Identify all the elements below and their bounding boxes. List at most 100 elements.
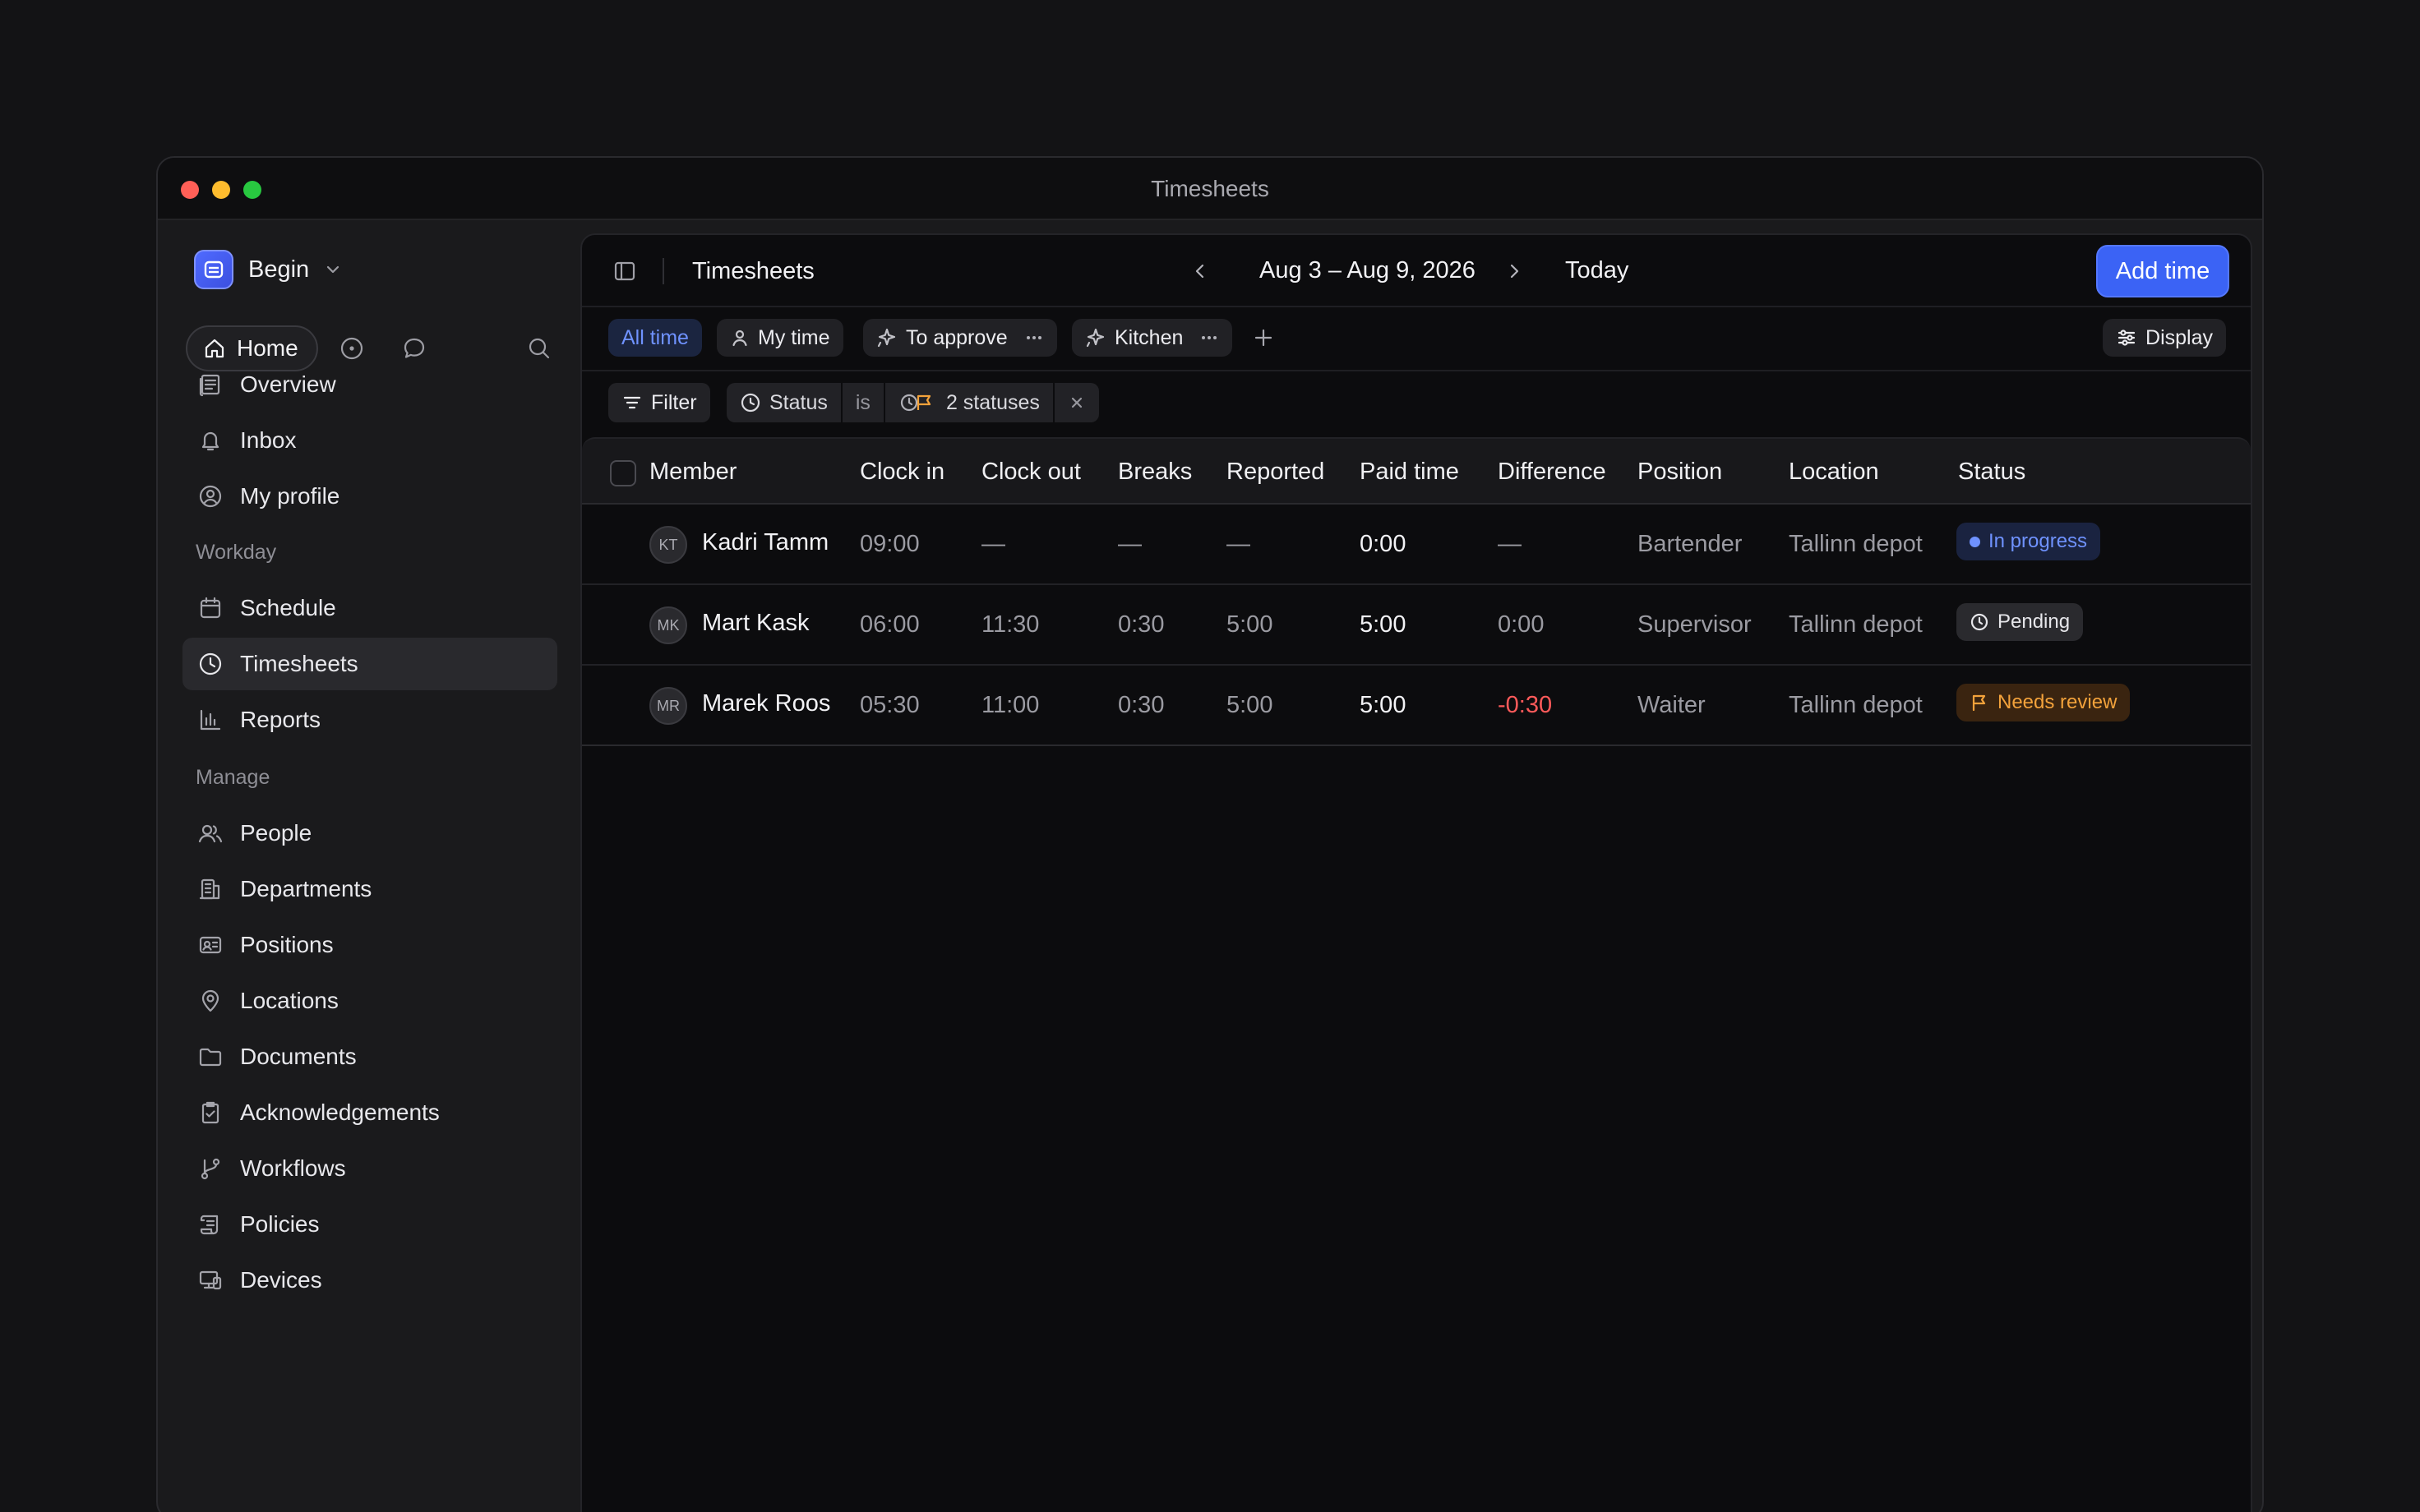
paid-time-cell: 0:00 <box>1360 531 1406 557</box>
sidebar-item-locations[interactable]: Locations <box>182 975 557 1027</box>
sidebar-item-departments[interactable]: Departments <box>182 863 557 915</box>
sidebar-item-people[interactable]: People <box>182 807 557 860</box>
add-time-button[interactable]: Add time <box>2096 245 2229 297</box>
more-options-icon[interactable] <box>1199 328 1219 348</box>
sidebar: Begin Home Overview Inbox My profile Wor… <box>158 220 580 1512</box>
bell-icon <box>201 431 219 451</box>
section-title-workday: Workday <box>196 541 277 564</box>
position-cell: Waiter <box>1637 692 1706 718</box>
view-kitchen[interactable]: Kitchen <box>1072 319 1233 357</box>
sidebar-item-positions[interactable]: Positions <box>182 919 557 971</box>
clock-icon <box>1970 613 1988 631</box>
filter-value[interactable]: 2 statuses <box>884 383 1053 422</box>
scroll-icon <box>200 1215 219 1235</box>
sidebar-item-label: Documents <box>240 1044 357 1069</box>
sidebar-item-label: Overview <box>240 371 336 397</box>
reported-cell: 5:00 <box>1226 611 1273 638</box>
view-label: All time <box>621 325 689 349</box>
view-label: Kitchen <box>1115 325 1184 349</box>
status-badge[interactable]: In progress <box>1956 523 2101 560</box>
devices-icon <box>199 1270 222 1290</box>
map-pin-icon <box>201 989 219 1012</box>
sidebar-item-policies[interactable]: Policies <box>182 1198 557 1251</box>
column-header-breaks[interactable]: Breaks <box>1118 459 1192 486</box>
previous-week-button[interactable] <box>1189 260 1212 283</box>
workspace-logo-icon <box>194 250 233 289</box>
filter-button[interactable]: Filter <box>608 383 710 422</box>
difference-cell: 0:00 <box>1498 611 1545 638</box>
column-header-status[interactable]: Status <box>1958 459 2025 486</box>
toggle-sidebar-icon[interactable] <box>612 258 638 284</box>
select-all-checkbox[interactable] <box>610 460 636 486</box>
home-icon <box>202 336 227 361</box>
difference-cell: -0:30 <box>1498 692 1553 718</box>
sparkle-icon <box>877 328 896 348</box>
remove-filter-button[interactable] <box>1054 383 1099 422</box>
status-badge[interactable]: Pending <box>1956 603 2084 641</box>
sidebar-item-label: Schedule <box>240 595 336 620</box>
location-cell: Tallinn depot <box>1789 692 1923 718</box>
sidebar-item-workflows[interactable]: Workflows <box>182 1142 557 1195</box>
display-button[interactable]: Display <box>2103 319 2226 357</box>
view-all-time[interactable]: All time <box>608 319 702 357</box>
display-label: Display <box>2145 325 2213 349</box>
column-header-difference[interactable]: Difference <box>1498 459 1606 486</box>
timesheets-table: Member Clock in Clock out Breaks Reporte… <box>582 437 2251 746</box>
overview-icon <box>199 374 220 397</box>
table-row[interactable]: MR Marek Roos 05:30 11:00 0:30 5:00 5:00… <box>582 666 2251 746</box>
member-name[interactable]: Marek Roos <box>702 690 830 717</box>
sidebar-item-my-profile[interactable]: My profile <box>182 470 557 523</box>
member-name[interactable]: Mart Kask <box>702 610 810 637</box>
add-view-icon[interactable] <box>1251 325 1276 350</box>
table-row[interactable]: MK Mart Kask 06:00 11:30 0:30 5:00 5:00 … <box>582 585 2251 666</box>
location-cell: Tallinn depot <box>1789 531 1923 557</box>
sidebar-item-reports[interactable]: Reports <box>182 694 557 746</box>
sidebar-item-label: Departments <box>240 876 372 901</box>
table-row[interactable]: KT Kadri Tamm 09:00 — — — 0:00 — Bartend… <box>582 505 2251 585</box>
sidebar-item-label: Locations <box>240 988 339 1013</box>
filter-operator-label: is <box>855 390 871 414</box>
more-options-icon[interactable] <box>1024 328 1044 348</box>
filter-operator[interactable]: is <box>842 383 884 422</box>
sidebar-item-label: Acknowledgements <box>240 1099 440 1125</box>
column-header-member[interactable]: Member <box>649 459 737 486</box>
sidebar-item-label: Reports <box>240 707 321 732</box>
clock-out-cell: 11:30 <box>981 611 1040 638</box>
column-header-paid-time[interactable]: Paid time <box>1360 459 1459 486</box>
sidebar-item-inbox[interactable]: Inbox <box>182 414 557 467</box>
next-week-button[interactable] <box>1503 260 1526 283</box>
position-cell: Bartender <box>1637 531 1743 557</box>
date-range-label[interactable]: Aug 3 – Aug 9, 2026 <box>1259 257 1476 284</box>
app-window: Timesheets Begin Home Overview Inbox My … <box>156 156 2264 1512</box>
today-button[interactable]: Today <box>1565 257 1628 284</box>
sidebar-item-documents[interactable]: Documents <box>182 1030 557 1083</box>
location-cell: Tallinn depot <box>1789 611 1923 638</box>
chevron-down-icon <box>324 260 342 279</box>
sliders-icon <box>2118 330 2136 346</box>
sidebar-item-overview[interactable]: Overview <box>182 358 557 411</box>
window-title: Timesheets <box>1151 176 1269 201</box>
column-header-reported[interactable]: Reported <box>1226 459 1324 486</box>
avatar: KT <box>649 526 687 564</box>
breaks-cell: — <box>1118 531 1142 557</box>
member-name[interactable]: Kadri Tamm <box>702 529 829 556</box>
sidebar-item-timesheets[interactable]: Timesheets <box>182 638 557 690</box>
column-header-clock-in[interactable]: Clock in <box>860 459 944 486</box>
sidebar-item-label: Workflows <box>240 1155 346 1181</box>
sidebar-item-devices[interactable]: Devices <box>182 1254 557 1307</box>
view-my-time[interactable]: My time <box>717 319 843 357</box>
column-header-position[interactable]: Position <box>1637 459 1722 486</box>
workspace-switcher[interactable]: Begin <box>194 250 342 289</box>
column-header-clock-out[interactable]: Clock out <box>981 459 1081 486</box>
reported-cell: — <box>1226 531 1250 557</box>
table-header: Member Clock in Clock out Breaks Reporte… <box>582 437 2251 505</box>
status-badge[interactable]: Needs review <box>1956 684 2131 721</box>
sidebar-item-schedule[interactable]: Schedule <box>182 582 557 634</box>
view-to-approve[interactable]: To approve <box>863 319 1057 357</box>
sidebar-item-acknowledgements[interactable]: Acknowledgements <box>182 1086 557 1139</box>
breaks-cell: 0:30 <box>1118 692 1165 718</box>
filter-field[interactable]: Status <box>727 383 841 422</box>
clock-in-cell: 05:30 <box>860 692 920 718</box>
column-header-location[interactable]: Location <box>1789 459 1879 486</box>
status-icons <box>900 394 931 412</box>
